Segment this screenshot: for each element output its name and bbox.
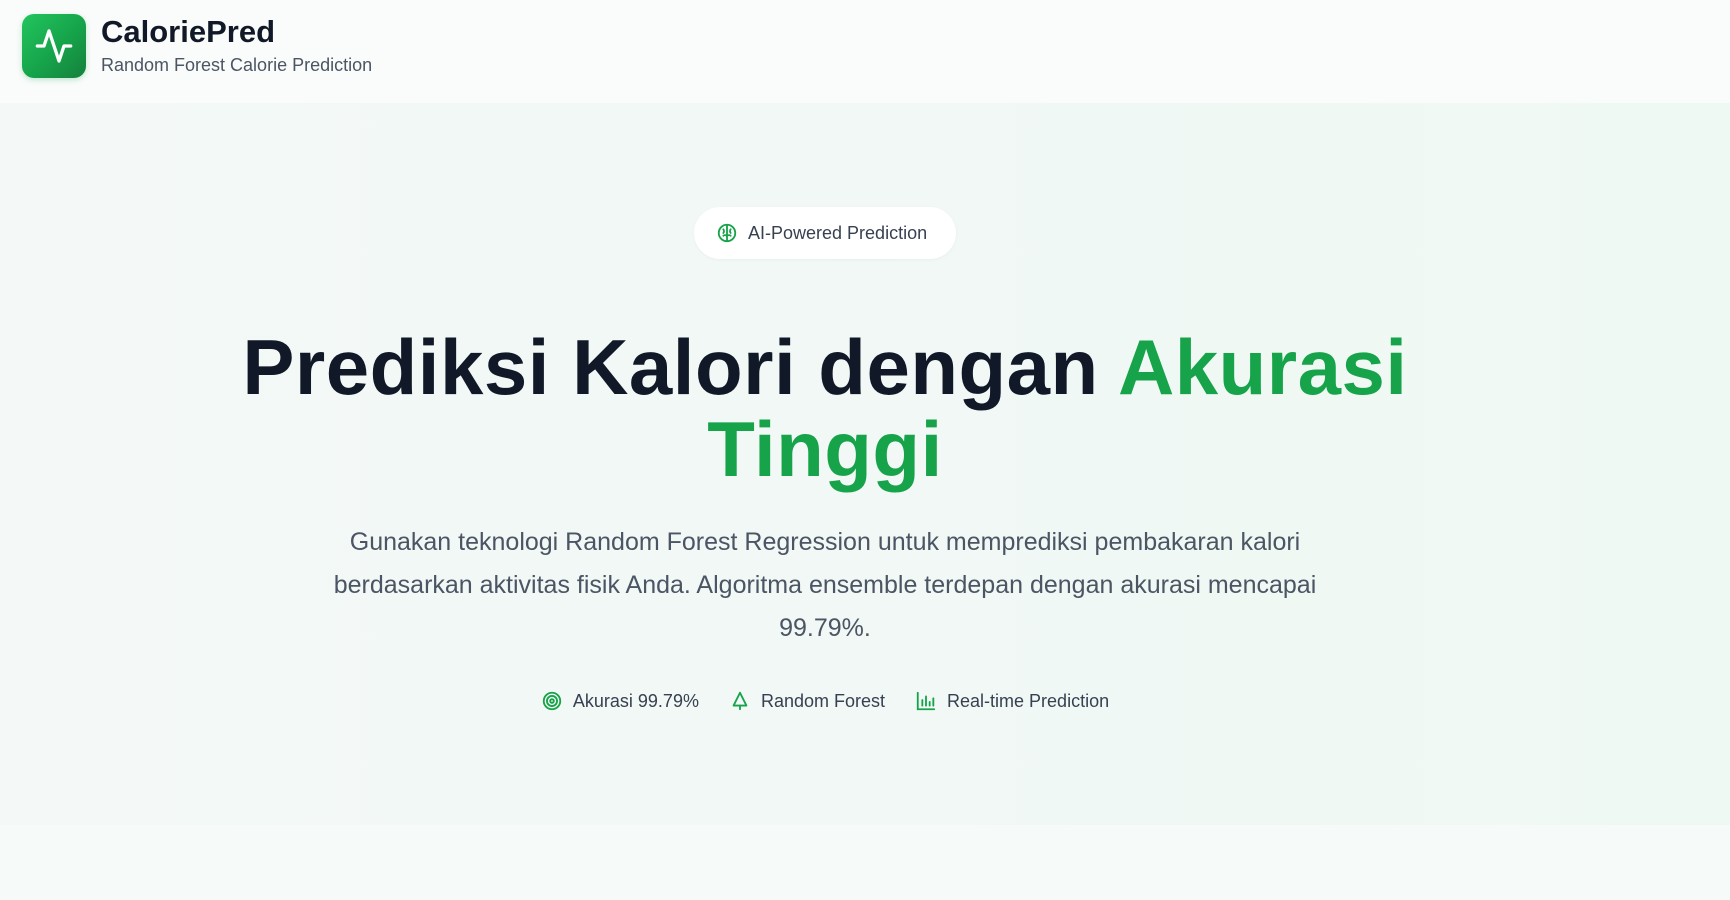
- feature-random-forest: Random Forest: [729, 690, 885, 712]
- feature-label: Akurasi 99.79%: [572, 690, 699, 711]
- tree-icon: [732, 691, 748, 711]
- feature-accuracy: Akurasi 99.79%: [541, 690, 699, 712]
- bar-chart-icon: [916, 691, 936, 711]
- hero-headline: Prediksi Kalori dengan Akurasi Tinggi: [0, 326, 1650, 490]
- activity-pulse-icon: [35, 29, 73, 63]
- headline-accent-1: Akurasi: [1117, 323, 1408, 411]
- next-section: [0, 825, 1730, 900]
- feature-realtime: Real-time Prediction: [915, 690, 1109, 712]
- brand-subtitle: Random Forest Calorie Prediction: [101, 55, 373, 75]
- target-icon: [542, 691, 562, 711]
- top-header: CaloriePred Random Forest Calorie Predic…: [0, 0, 1730, 103]
- feature-label: Random Forest: [760, 690, 886, 711]
- ai-badge: AI-Powered Prediction: [694, 207, 956, 259]
- headline-main: Prediksi Kalori dengan: [242, 323, 1118, 411]
- brand-title[interactable]: CaloriePred: [101, 14, 275, 50]
- headline-accent-2: Tinggi: [707, 405, 943, 493]
- hero-description: Gunakan teknologi Random Forest Regressi…: [333, 528, 1317, 642]
- feature-list: Akurasi 99.79% Random Forest Real-time P…: [0, 690, 1650, 712]
- brain-icon: [717, 223, 737, 243]
- feature-label: Real-time Prediction: [947, 690, 1110, 711]
- app-logo[interactable]: [22, 14, 86, 78]
- badge-label: AI-Powered Prediction: [748, 222, 928, 243]
